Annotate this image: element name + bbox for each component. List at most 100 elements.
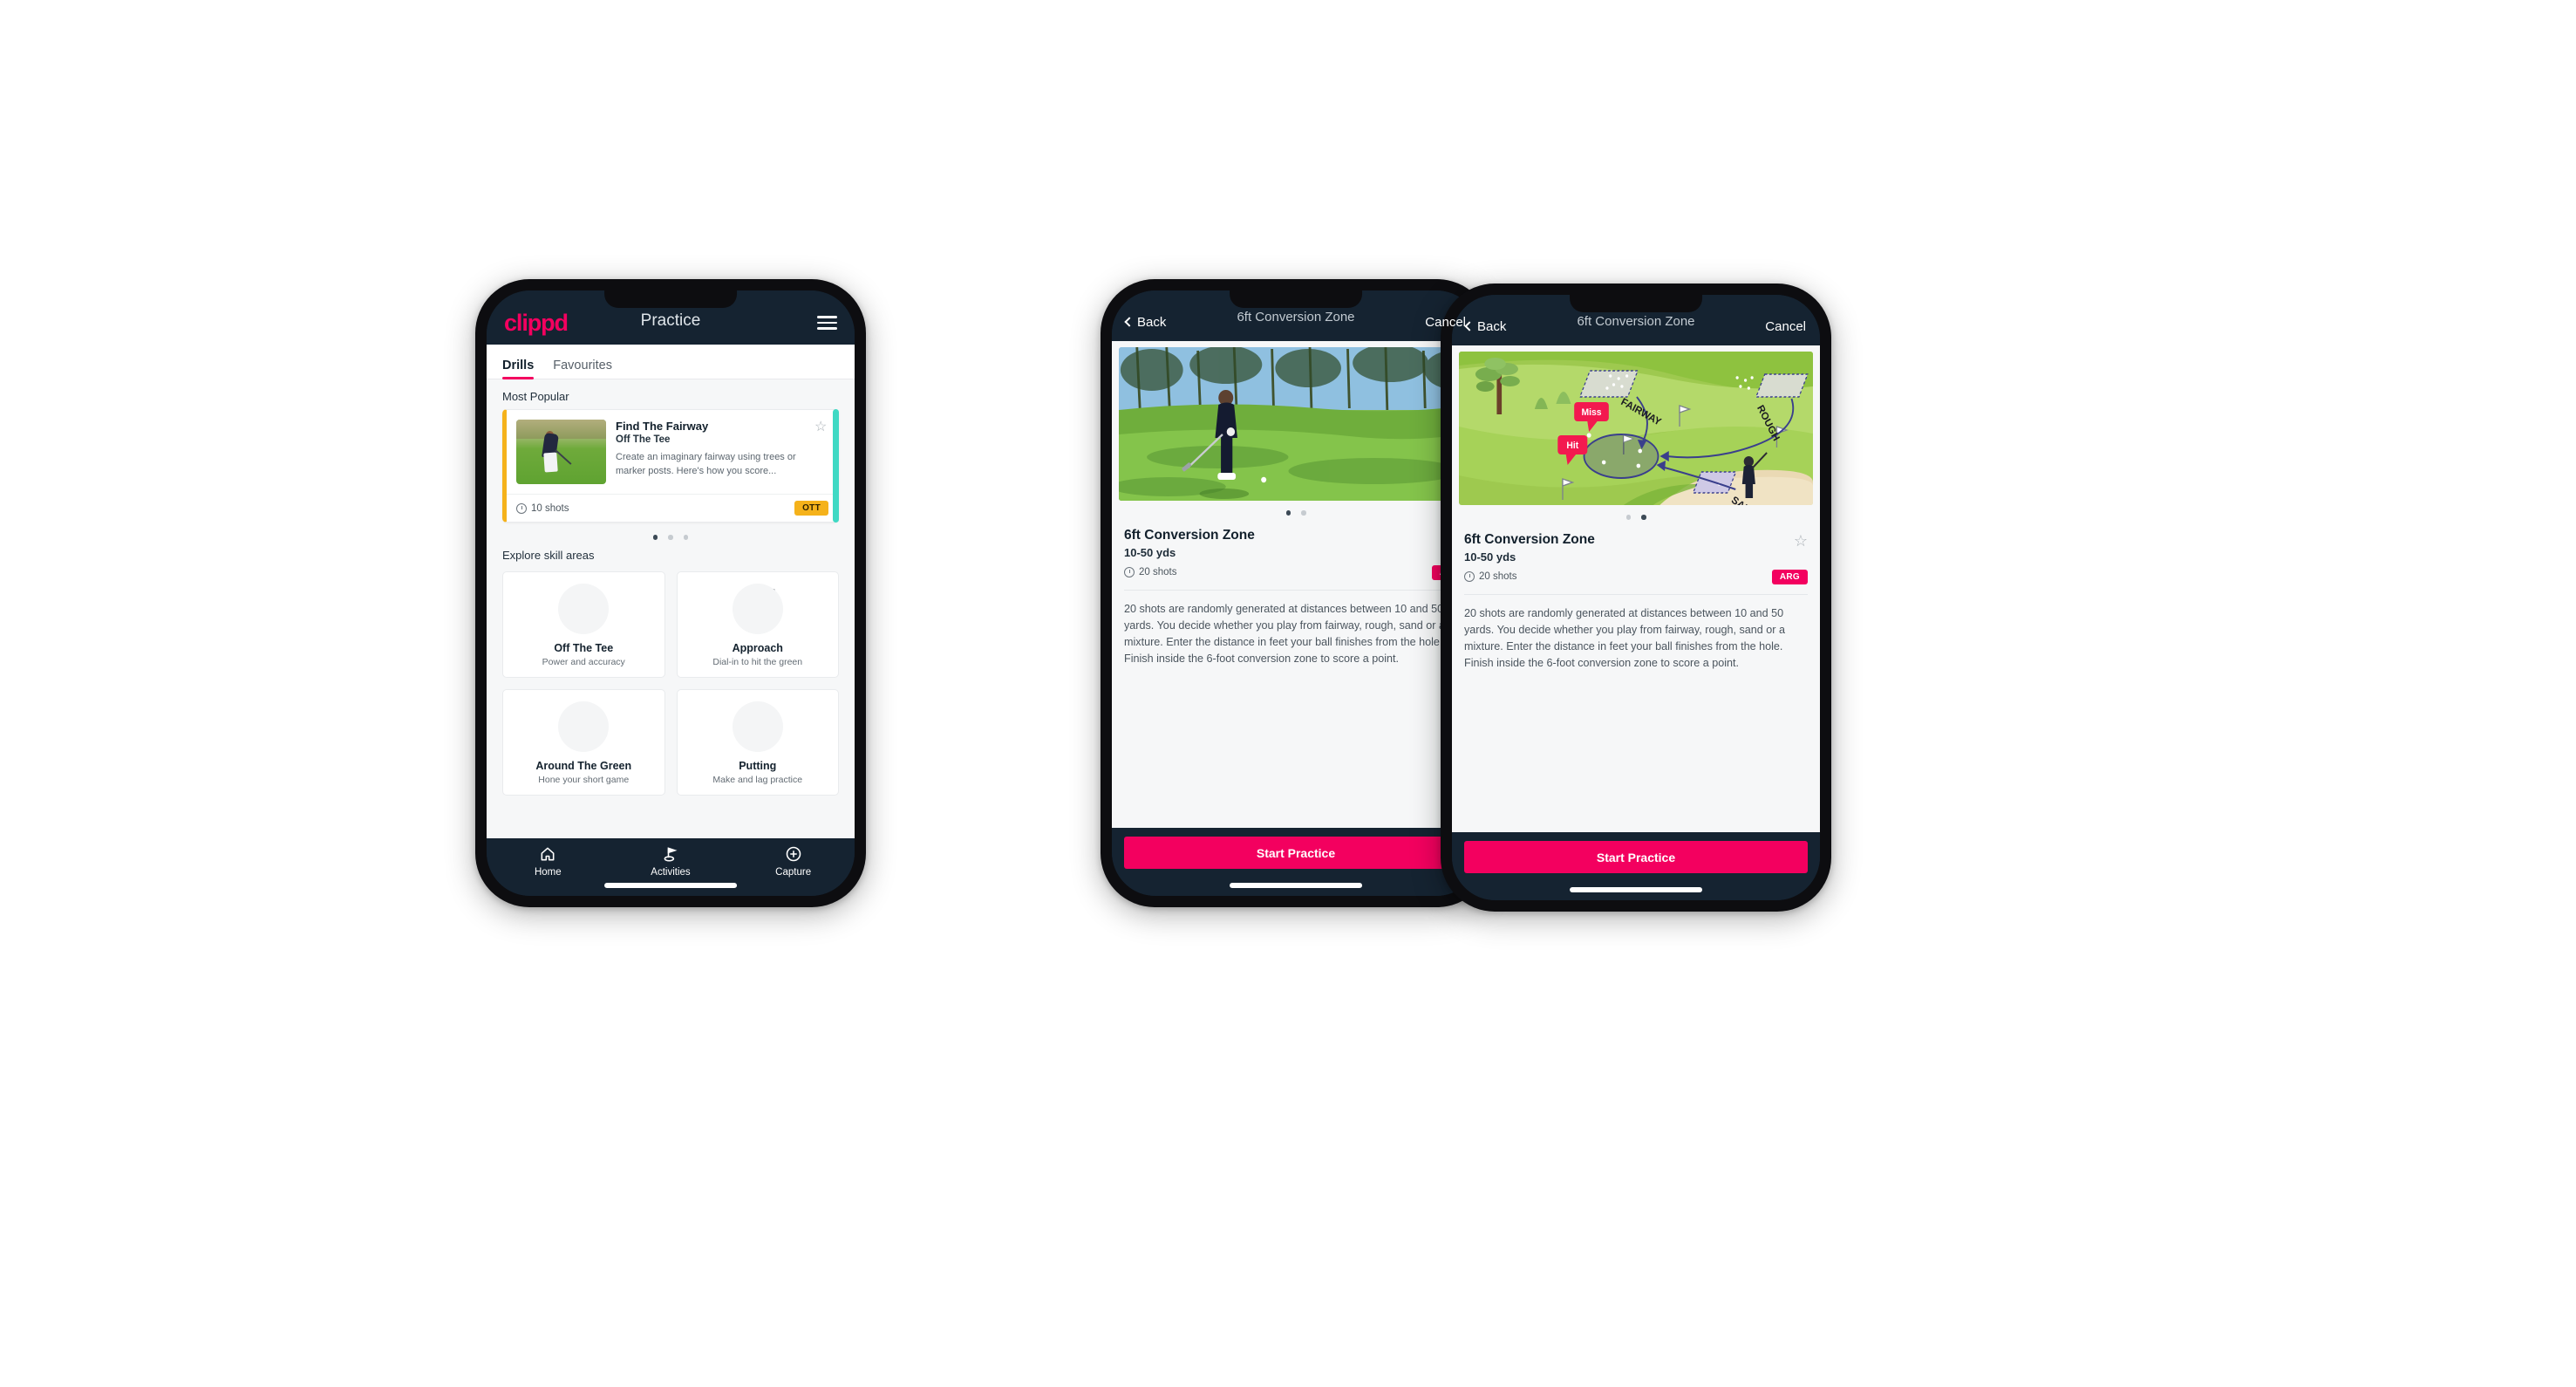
carousel-dots [487,523,855,547]
drill-card-find-the-fairway[interactable]: Find The Fairway Off The Tee Create an i… [502,409,839,523]
star-outline-icon[interactable]: ☆ [814,420,828,434]
chevron-left-icon [1124,317,1135,327]
carousel-dot[interactable] [1641,515,1646,520]
back-button[interactable]: Back [1464,318,1507,334]
skill-desc: Hone your short game [538,774,630,785]
back-label: Back [1477,318,1507,334]
skill-desc: Dial-in to hit the green [712,656,803,667]
drill-summary: 6ft Conversion Zone 10-50 yds ☆ 20 shots… [1452,523,1820,584]
status-badge-ott: OTT [794,501,828,516]
clock-icon [516,502,527,514]
tab-bar: Drills Favourites [487,345,855,379]
tab-drills[interactable]: Drills [502,359,535,379]
carousel-dot[interactable] [683,535,689,540]
phone-practice-list: clippd Practice Drills Favourites Most P… [475,279,866,907]
drill-carousel[interactable]: Find The Fairway Off The Tee Create an i… [487,409,855,523]
carousel-dots [1452,505,1820,523]
section-title-skill-areas: Explore skill areas [502,548,595,562]
golf-flag-icon [664,846,678,862]
skill-name: Putting [739,759,777,772]
chip-green-icon [551,700,616,754]
back-button[interactable]: Back [1124,314,1167,330]
skill-name: Approach [732,641,783,654]
skill-areas-grid: Off The Tee Power and accuracy Approach … [487,568,855,796]
drill-yardage: 10-50 yds [1124,545,1176,559]
phone-drill-detail-video: Back 6ft Conversion Zone Cancel 6ft Conv… [1101,279,1491,907]
svg-text:Miss: Miss [1581,407,1601,418]
screenshot-stage: clippd Practice Drills Favourites Most P… [0,0,2576,1387]
drill-name: 6ft Conversion Zone [1124,527,1255,543]
next-card-peek[interactable] [833,409,839,523]
start-practice-button[interactable]: Start Practice [1464,841,1808,873]
carousel-dot[interactable] [652,535,658,540]
skill-card-around-the-green[interactable]: Around The Green Hone your short game [502,688,665,796]
home-indicator [1570,887,1702,892]
clock-icon [1464,571,1475,582]
shots-count: 10 shots [516,502,569,514]
drill-category: Off The Tee [616,434,671,445]
skill-card-putting[interactable]: Putting Make and lag practice [676,688,839,796]
shots-label: 20 shots [1479,571,1517,582]
drill-description: 20 shots are randomly generated at dista… [1464,606,1785,670]
hamburger-icon[interactable] [817,316,837,330]
shots-label: 20 shots [1139,567,1177,577]
nav-item-home[interactable]: Home [487,845,609,878]
star-outline-icon[interactable]: ☆ [1794,533,1808,549]
detail-content: 6ft Conversion Zone 10-50 yds ☆ 20 shots… [1112,341,1480,828]
cancel-button[interactable]: Cancel [1425,315,1466,330]
home-indicator [604,883,737,888]
phone-notch [604,290,737,308]
carousel-dot[interactable] [1625,515,1631,520]
chevron-left-icon [1464,321,1475,331]
nav-label: Capture [775,866,812,878]
drill-name: 6ft Conversion Zone [1464,531,1595,547]
drill-description: 20 shots are randomly generated at dista… [1124,602,1445,666]
drill-summary: 6ft Conversion Zone 10-50 yds ☆ 20 shots… [1112,519,1480,580]
phone-notch [1570,295,1702,312]
carousel-dots [1112,501,1480,519]
back-label: Back [1137,314,1167,330]
clippd-logo[interactable]: clippd [504,311,569,335]
shots-label: 10 shots [531,502,569,514]
skill-card-approach[interactable]: Approach Dial-in to hit the green [676,571,839,678]
carousel-dot[interactable] [1285,510,1291,516]
drill-description: Create an imaginary fairway using trees … [616,452,796,476]
drill-video-thumbnail[interactable] [1119,347,1473,501]
tab-favourites[interactable]: Favourites [553,359,612,379]
tee-fan-icon [551,582,616,636]
skill-name: Off The Tee [554,641,614,654]
svg-text:Hit: Hit [1566,441,1578,451]
carousel-dot[interactable] [668,535,673,540]
drill-thumbnail [516,420,606,484]
plus-circle-icon [786,846,801,861]
phone-drill-detail-diagram: Back 6ft Conversion Zone Cancel FAIRWAY … [1441,284,1831,912]
drill-title: Find The Fairway [616,420,709,433]
shots-count: 20 shots [1464,571,1516,582]
home-indicator [1230,883,1362,888]
carousel-dot[interactable] [1301,510,1306,516]
golf-hole-diagram: FAIRWAY ROUGH SAND Miss [1459,352,1813,505]
phone-notch [1230,290,1362,308]
status-badge-arg: ARG [1771,569,1808,584]
drill-yardage: 10-50 yds [1464,550,1516,564]
section-title-most-popular: Most Popular [502,390,569,403]
video-scene [1119,347,1473,501]
shots-count: 20 shots [1124,567,1176,577]
cancel-button[interactable]: Cancel [1765,319,1806,334]
skill-name: Around The Green [535,759,632,772]
skill-desc: Make and lag practice [712,774,803,785]
clock-icon [1124,567,1135,577]
start-practice-button[interactable]: Start Practice [1124,837,1468,869]
putting-rings-icon [726,700,790,754]
green-approach-icon [726,582,790,636]
course-diagram[interactable]: FAIRWAY ROUGH SAND Miss [1459,352,1813,505]
skill-card-off-the-tee[interactable]: Off The Tee Power and accuracy [502,571,665,678]
nav-label: Home [534,866,562,878]
practice-content: Most Popular Find The Fairway Off The Te… [487,379,855,838]
lie-fairway [1578,370,1639,398]
detail-content: FAIRWAY ROUGH SAND Miss [1452,345,1820,832]
nav-item-capture[interactable]: Capture [733,845,854,878]
nav-item-activities[interactable]: Activities [610,845,731,878]
nav-label: Activities [651,866,691,878]
skill-desc: Power and accuracy [542,656,625,667]
